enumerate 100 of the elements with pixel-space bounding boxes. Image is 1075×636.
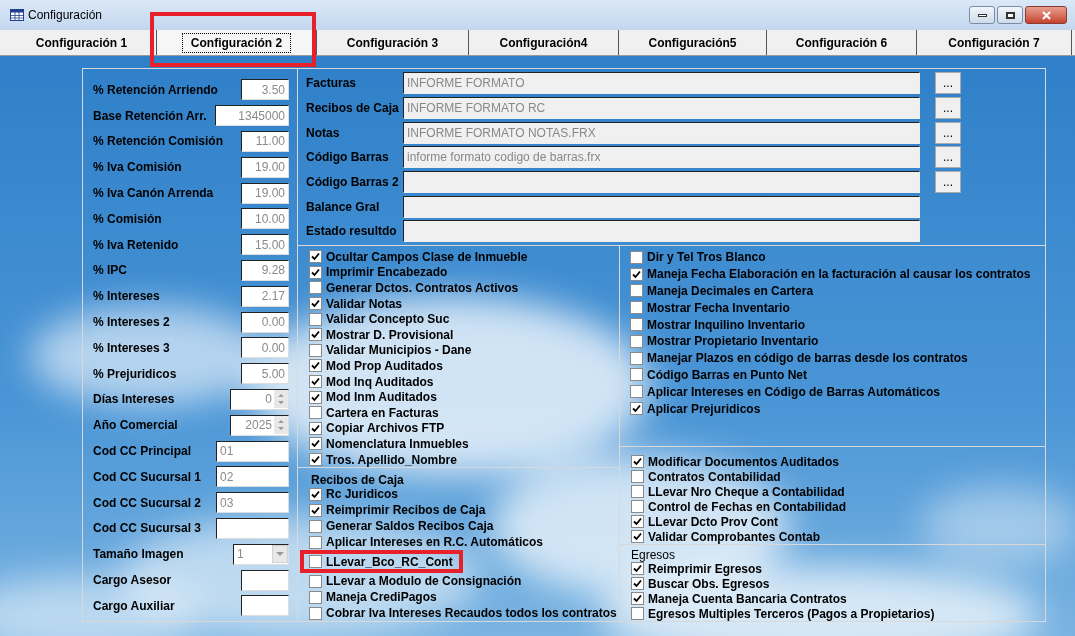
checkbox[interactable] <box>309 281 322 295</box>
report-path-field[interactable]: INFORME FORMATO <box>403 72 920 95</box>
checkbox[interactable] <box>309 250 322 264</box>
field-label: % Comisión <box>93 210 162 228</box>
checkbox-label: Aplicar Intereses en R.C. Automáticos <box>326 534 543 551</box>
spinner-field[interactable]: 2025 <box>230 414 289 436</box>
checkbox-label: Mod Prop Auditados <box>326 357 443 375</box>
report-path-field[interactable] <box>403 171 920 194</box>
checkbox-label: Mostrar Inquilino Inventario <box>647 316 805 334</box>
checkbox-label: Rc Juridicos <box>326 487 399 503</box>
report-path-field[interactable]: informe formato codigo de barras.frx <box>403 146 920 169</box>
code-field[interactable]: 02 <box>216 466 289 488</box>
spinner-arrows-icon <box>274 390 288 409</box>
field-label: Cod CC Principal <box>93 443 191 461</box>
number-field[interactable]: 10.00 <box>241 208 289 230</box>
checkbox[interactable] <box>631 500 644 513</box>
number-field[interactable]: 1345000 <box>215 105 289 127</box>
number-field[interactable]: 15.00 <box>241 234 289 256</box>
tab[interactable]: Configuración 2 <box>157 30 317 55</box>
number-field[interactable]: 0.00 <box>241 311 289 333</box>
group-title: Egresos <box>631 547 677 561</box>
number-field[interactable]: 3.50 <box>241 79 289 101</box>
checkbox[interactable] <box>309 359 322 373</box>
checkbox[interactable] <box>631 562 644 575</box>
code-field[interactable] <box>216 517 289 539</box>
checkbox-label: Cobrar Iva Intereses Recaudos todos los contratos <box>326 605 617 622</box>
table-icon <box>10 9 24 21</box>
field-label: Año Comercial <box>93 417 178 435</box>
number-field[interactable]: 11.00 <box>241 131 289 152</box>
report-label: Estado resultdo <box>306 223 398 241</box>
checkbox[interactable] <box>631 530 644 543</box>
window-title: Configuración <box>28 7 103 24</box>
number-field[interactable]: 0.00 <box>241 337 289 359</box>
checkbox[interactable] <box>631 592 644 605</box>
report-label: Código Barras 2 <box>306 174 400 192</box>
field-label: Tamaño Imagen <box>93 546 184 564</box>
checkbox[interactable] <box>631 607 644 620</box>
checkbox-label: Control de Fechas en Contabilidad <box>648 499 847 516</box>
checkbox[interactable] <box>309 297 322 311</box>
checkbox[interactable] <box>630 301 643 315</box>
checkbox[interactable] <box>309 328 322 342</box>
code-field[interactable]: 03 <box>216 492 289 514</box>
checkbox-label: Mostrar Propietario Inventario <box>647 333 819 351</box>
field-label: Base Retención Arr. <box>93 107 207 125</box>
checkbox-label: Modificar Documentos Auditados <box>648 453 839 471</box>
checkbox[interactable] <box>630 284 643 298</box>
browse-button[interactable]: ... <box>935 97 961 120</box>
checkbox[interactable] <box>630 368 643 382</box>
checkbox-label: Aplicar Intereses en Código de Barras Automáticos <box>647 383 940 401</box>
field-label: Cargo Asesor <box>93 572 172 590</box>
checkbox[interactable] <box>630 402 643 416</box>
checkbox[interactable] <box>631 455 644 468</box>
check-icon <box>633 457 642 466</box>
field-label: % Intereses 3 <box>93 339 170 357</box>
spinner-field[interactable]: 0 <box>230 388 289 410</box>
maximize-button[interactable] <box>997 6 1023 24</box>
checkbox-label: Manejar Plazos en código de barras desde los contratos <box>647 350 968 368</box>
number-field[interactable] <box>241 595 289 617</box>
browse-button[interactable]: ... <box>935 72 961 95</box>
dropdown-field[interactable]: 1 <box>233 543 289 565</box>
checkbox[interactable] <box>630 318 643 332</box>
checkbox-label: Ocultar Campos Clase de Inmueble <box>326 248 528 266</box>
number-field[interactable] <box>241 569 289 591</box>
checkbox-label: Reimprimir Egresos <box>648 561 763 578</box>
field-label: % Intereses <box>93 288 160 306</box>
checkbox-label: LLevar Dcto Prov Cont <box>648 513 779 531</box>
number-field[interactable]: 9.28 <box>241 259 289 281</box>
checkbox[interactable] <box>309 555 322 568</box>
number-field[interactable]: 19.00 <box>241 182 289 204</box>
number-field[interactable]: 19.00 <box>241 156 289 178</box>
checkbox[interactable] <box>309 453 322 466</box>
checkbox[interactable] <box>309 406 322 420</box>
checkbox[interactable] <box>309 437 322 451</box>
report-path-field[interactable] <box>403 220 920 243</box>
report-path-field[interactable]: INFORME FORMATO RC <box>403 97 920 120</box>
checkbox-label: Imprimir Encabezado <box>326 264 448 282</box>
field-label: % Iva Canón Arrenda <box>93 185 214 203</box>
number-field[interactable]: 2.17 <box>241 285 289 307</box>
minimize-button[interactable] <box>969 6 995 24</box>
report-path-field[interactable]: INFORME FORMATO NOTAS.FRX <box>403 121 920 144</box>
checkbox-label: Validar Notas <box>326 295 403 313</box>
browse-button[interactable]: ... <box>935 171 961 194</box>
checkbox[interactable] <box>631 470 644 483</box>
checkbox[interactable] <box>630 385 643 399</box>
checkbox-label: Contratos Contabilidad <box>648 468 781 486</box>
report-path-field[interactable] <box>403 195 920 218</box>
close-button[interactable] <box>1025 6 1067 24</box>
checkbox[interactable] <box>631 577 644 590</box>
checkbox-label: Maneja CrediPagos <box>326 589 437 606</box>
checkbox[interactable] <box>309 375 322 389</box>
checkbox[interactable] <box>631 515 644 528</box>
browse-button[interactable]: ... <box>935 121 961 144</box>
checkbox-label: Egresos Multiples Terceros (Pagos a Propietarios) <box>648 606 935 623</box>
field-label: % Iva Comisión <box>93 159 182 177</box>
number-field[interactable]: 5.00 <box>241 363 289 385</box>
code-field[interactable]: 01 <box>216 440 289 462</box>
checkbox-label: Generar Dctos. Contratos Activos <box>326 280 519 297</box>
checkbox[interactable] <box>631 485 644 498</box>
browse-button[interactable]: ... <box>935 146 961 169</box>
field-label: Días Intereses <box>93 391 175 409</box>
